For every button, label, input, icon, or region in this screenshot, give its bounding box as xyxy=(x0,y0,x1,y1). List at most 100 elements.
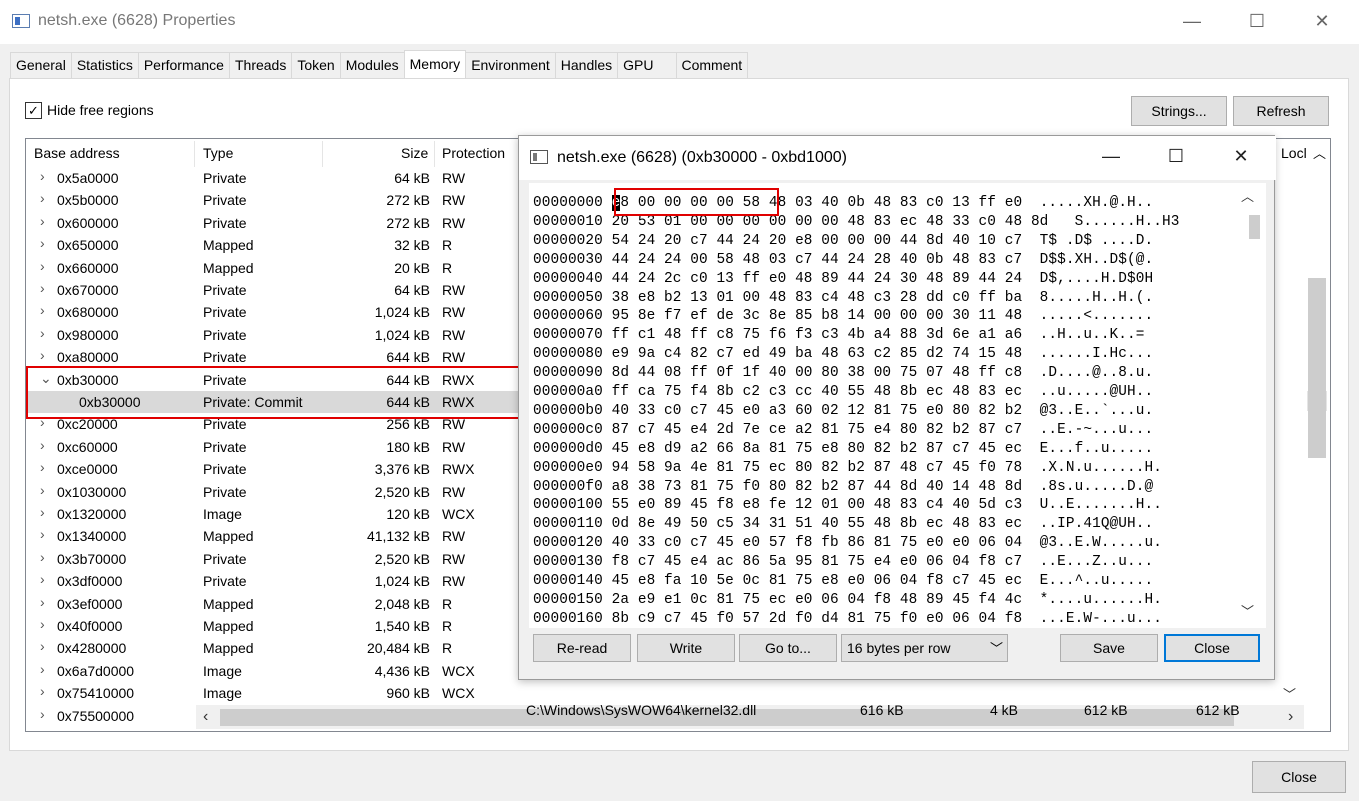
hex-scroll-down-icon[interactable]: ﹀ xyxy=(1241,601,1254,620)
hex-line: 000000d0 45 e8 d9 a2 66 8a 81 75 e8 80 8… xyxy=(533,440,1154,457)
tab-strip: General Statistics Performance Threads T… xyxy=(10,50,749,78)
dialog-maximize-button[interactable]: ☐ xyxy=(1156,143,1196,169)
expand-chevron-icon[interactable]: › xyxy=(40,594,52,610)
table-row[interactable]: › 0x1320000 Image 120 kB WCX xyxy=(26,503,546,525)
row-base-address: 0x600000 xyxy=(57,214,119,231)
expand-chevron-icon[interactable]: › xyxy=(40,638,52,654)
table-row[interactable]: › 0x4280000 Mapped 20,484 kB R xyxy=(26,637,546,659)
table-row[interactable]: › 0x1340000 Mapped 41,132 kB RW xyxy=(26,525,546,547)
table-row[interactable]: › 0x600000 Private 272 kB RW xyxy=(26,212,546,234)
module-row[interactable]: C:\Windows\SysWOW64\kernel32.dll 616 kB … xyxy=(526,702,1256,722)
hex-scroll-up-icon[interactable]: ︿ xyxy=(1241,186,1254,205)
table-row[interactable]: › 0x3ef0000 Mapped 2,048 kB R xyxy=(26,593,546,615)
dialog-close-button[interactable]: ✕ xyxy=(1221,143,1261,169)
hex-line: 00000130 f8 c7 45 e4 ac 86 5a 95 81 75 e… xyxy=(533,554,1154,571)
module-value: 612 kB xyxy=(1084,702,1128,718)
minimize-button[interactable]: — xyxy=(1172,8,1212,34)
table-row[interactable]: › 0xc60000 Private 180 kB RW xyxy=(26,436,546,458)
expand-chevron-icon[interactable]: › xyxy=(40,168,52,184)
expand-chevron-icon[interactable]: › xyxy=(40,190,52,206)
column-header-type[interactable]: Type xyxy=(203,145,233,161)
table-row[interactable]: › 0x980000 Private 1,024 kB RW xyxy=(26,324,546,346)
row-protection: RW xyxy=(442,349,466,366)
table-row[interactable]: › 0x650000 Mapped 32 kB R xyxy=(26,234,546,256)
hex-line: 00000060 95 8e f7 ef de 3c 8e 85 b8 14 0… xyxy=(533,308,1154,325)
tab-environment[interactable]: Environment xyxy=(465,52,556,78)
scroll-up-arrow-icon[interactable]: ︿ xyxy=(1313,143,1326,162)
expand-chevron-icon[interactable]: › xyxy=(40,325,52,341)
scroll-left-arrow-icon[interactable]: ‹ xyxy=(203,708,208,726)
expand-chevron-icon[interactable]: › xyxy=(40,526,52,542)
tab-token[interactable]: Token xyxy=(291,52,341,78)
expand-chevron-icon[interactable]: › xyxy=(40,280,52,296)
row-base-address: 0x3b70000 xyxy=(57,550,127,567)
expand-chevron-icon[interactable]: › xyxy=(40,683,52,699)
table-row[interactable]: › 0x3df0000 Private 1,024 kB RW xyxy=(26,570,546,592)
write-button[interactable]: Write xyxy=(637,634,735,662)
strings-button[interactable]: Strings... xyxy=(1131,96,1227,126)
vertical-scrollbar-thumb[interactable] xyxy=(1308,278,1326,458)
tab-performance[interactable]: Performance xyxy=(137,52,230,78)
expand-chevron-icon[interactable]: › xyxy=(40,213,52,229)
close-button[interactable]: Close xyxy=(1252,761,1346,793)
scroll-down-arrow-icon[interactable]: ﹀ xyxy=(1283,684,1296,703)
refresh-button[interactable]: Refresh xyxy=(1233,96,1329,126)
window-title: netsh.exe (6628) Properties xyxy=(38,12,236,29)
column-header-size[interactable]: Size xyxy=(401,145,428,161)
expand-chevron-icon[interactable]: › xyxy=(40,549,52,565)
table-row[interactable]: › 0x680000 Private 1,024 kB RW xyxy=(26,301,546,323)
row-protection: RW xyxy=(442,438,466,455)
table-row[interactable]: › 0x5b0000 Private 272 kB RW xyxy=(26,189,546,211)
save-button[interactable]: Save xyxy=(1060,634,1158,662)
expand-chevron-icon[interactable]: › xyxy=(40,258,52,274)
expand-chevron-icon[interactable]: › xyxy=(40,504,52,520)
expand-chevron-icon[interactable]: › xyxy=(40,235,52,251)
tab-gpu[interactable]: GPU xyxy=(617,52,677,78)
reread-button[interactable]: Re-read xyxy=(533,634,631,662)
dialog-close-button-bottom[interactable]: Close xyxy=(1164,634,1260,662)
row-size: 1,024 kB xyxy=(374,304,430,321)
table-row[interactable]: › 0x3b70000 Private 2,520 kB RW xyxy=(26,548,546,570)
expand-chevron-icon[interactable]: › xyxy=(40,347,52,363)
expand-chevron-icon[interactable]: › xyxy=(40,459,52,475)
expand-chevron-icon[interactable]: › xyxy=(40,616,52,632)
row-protection: R xyxy=(442,259,453,276)
hex-view[interactable]: 00000000 e8 00 00 00 00 58 48 03 40 0b 4… xyxy=(529,183,1266,628)
maximize-button[interactable]: ☐ xyxy=(1237,8,1277,34)
hide-free-checkbox[interactable]: ✓ xyxy=(25,102,42,119)
expand-chevron-icon[interactable]: › xyxy=(40,437,52,453)
row-base-address: 0x5a0000 xyxy=(57,170,119,186)
expand-chevron-icon[interactable]: › xyxy=(40,482,52,498)
row-base-address: 0x3df0000 xyxy=(57,573,123,590)
goto-button[interactable]: Go to... xyxy=(739,634,837,662)
expand-chevron-icon[interactable]: › xyxy=(40,706,52,722)
table-row[interactable]: › 0x75410000 Image 960 kB WCX xyxy=(26,682,546,704)
column-header-base-address[interactable]: Base address xyxy=(34,145,120,161)
close-window-button[interactable]: ✕ xyxy=(1302,8,1342,34)
column-header-protection[interactable]: Protection xyxy=(442,145,505,161)
dialog-minimize-button[interactable]: — xyxy=(1091,143,1131,169)
hex-line: 00000150 2a e9 e1 0c 81 75 ec e0 06 04 f… xyxy=(533,591,1162,608)
tab-modules[interactable]: Modules xyxy=(339,52,405,78)
bytes-per-row-select[interactable]: 16 bytes per row ﹀ xyxy=(841,634,1008,662)
tab-handles[interactable]: Handles xyxy=(554,52,619,78)
table-row[interactable]: › 0x6a7d0000 Image 4,436 kB WCX xyxy=(26,660,546,682)
table-row[interactable]: › 0x670000 Private 64 kB RW xyxy=(26,279,546,301)
tab-general[interactable]: General xyxy=(10,52,72,78)
table-row[interactable]: › 0x40f0000 Mapped 1,540 kB R xyxy=(26,615,546,637)
table-row[interactable]: › 0xce0000 Private 3,376 kB RWX xyxy=(26,458,546,480)
expand-chevron-icon[interactable]: › xyxy=(40,661,52,677)
tab-statistics[interactable]: Statistics xyxy=(70,52,139,78)
tab-memory[interactable]: Memory xyxy=(403,50,467,78)
column-header-lock[interactable]: Locl xyxy=(1281,145,1307,161)
expand-chevron-icon[interactable]: › xyxy=(40,302,52,318)
expand-chevron-icon[interactable]: › xyxy=(40,571,52,587)
table-row[interactable]: › 0x5a0000 Private 64 kB RW xyxy=(26,167,546,189)
tab-comment[interactable]: Comment xyxy=(675,52,749,78)
row-protection: R xyxy=(442,640,453,657)
table-row[interactable]: › 0x1030000 Private 2,520 kB RW xyxy=(26,481,546,503)
hex-scrollbar-thumb[interactable] xyxy=(1249,215,1260,239)
tab-threads[interactable]: Threads xyxy=(228,52,293,78)
table-row[interactable]: › 0x660000 Mapped 20 kB R xyxy=(26,257,546,279)
scroll-right-arrow-icon[interactable]: › xyxy=(1288,708,1293,726)
